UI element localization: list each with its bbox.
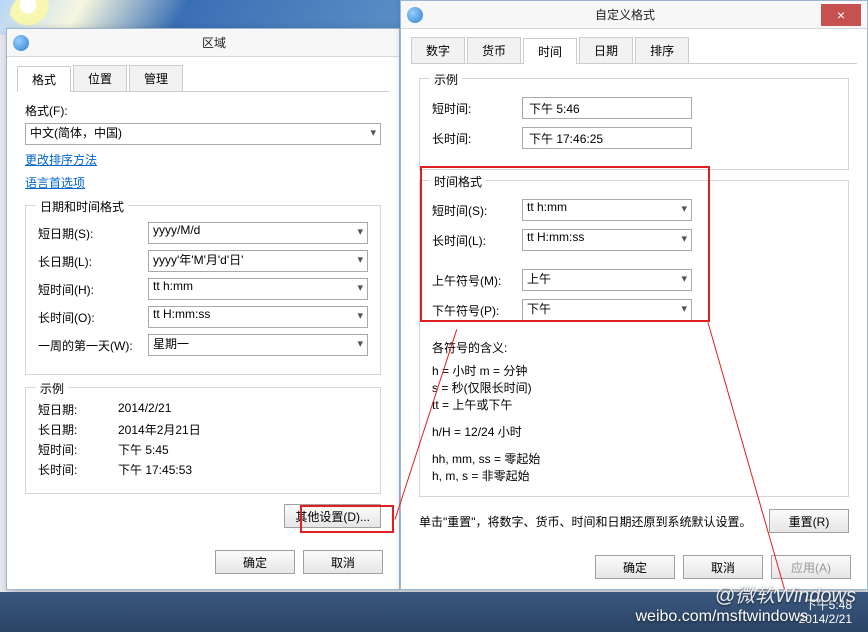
custom-titlebar: 自定义格式 × xyxy=(401,1,867,29)
ex-short-date: 2014/2/21 xyxy=(118,401,171,418)
globe-icon xyxy=(13,35,29,51)
tab-currency[interactable]: 货币 xyxy=(467,37,521,63)
custom-title: 自定义格式 xyxy=(429,6,821,23)
tray-date: 2014/2/21 xyxy=(799,612,852,626)
region-titlebar: 区域 xyxy=(7,29,399,57)
first-day-select[interactable]: 星期一 xyxy=(148,334,368,356)
custom-tabs: 数字 货币 时间 日期 排序 xyxy=(411,37,857,64)
tab-time[interactable]: 时间 xyxy=(523,38,577,64)
ex-short-time-value: 下午 5:46 xyxy=(522,97,692,119)
short-time-format-select[interactable]: tt h:mm xyxy=(522,199,692,221)
reset-hint: 单击"重置"，将数字、货币、时间和日期还原到系统默认设置。 xyxy=(419,513,757,530)
custom-format-dialog: 自定义格式 × 数字 货币 时间 日期 排序 示例 短时间:下午 5:46 长时… xyxy=(400,0,868,590)
legend: 各符号的含义: h = 小时 m = 分钟 s = 秒(仅限长时间) tt = … xyxy=(432,339,836,484)
pm-symbol-select[interactable]: 下午 xyxy=(522,299,692,321)
tab-date[interactable]: 日期 xyxy=(579,37,633,63)
ex-long-date: 2014年2月21日 xyxy=(118,421,201,438)
format-select[interactable]: 中文(简体，中国) xyxy=(25,123,381,145)
region-title: 区域 xyxy=(35,34,393,51)
datetime-format-group: 日期和时间格式 短日期(S):yyyy/M/d 长日期(L):yyyy'年'M'… xyxy=(25,205,381,375)
globe-icon xyxy=(407,7,423,23)
tab-sort[interactable]: 排序 xyxy=(635,37,689,63)
tab-admin[interactable]: 管理 xyxy=(129,65,183,91)
link-language-pref[interactable]: 语言首选项 xyxy=(25,174,381,191)
ex-long-time: 下午 17:45:53 xyxy=(118,461,192,478)
reset-button[interactable]: 重置(R) xyxy=(769,509,849,533)
custom-apply-button[interactable]: 应用(A) xyxy=(771,555,851,579)
am-symbol-select[interactable]: 上午 xyxy=(522,269,692,291)
link-sort-method[interactable]: 更改排序方法 xyxy=(25,151,381,168)
tab-format[interactable]: 格式 xyxy=(17,66,71,92)
ex-short-time: 下午 5:45 xyxy=(118,441,169,458)
ex-long-time-value: 下午 17:46:25 xyxy=(522,127,692,149)
region-ok-button[interactable]: 确定 xyxy=(215,550,295,574)
system-tray[interactable]: 下午5:48 2014/2/21 xyxy=(799,598,852,626)
custom-example-group: 示例 短时间:下午 5:46 长时间:下午 17:46:25 xyxy=(419,78,849,170)
tab-location[interactable]: 位置 xyxy=(73,65,127,91)
long-date-select[interactable]: yyyy'年'M'月'd'日' xyxy=(148,250,368,272)
short-time-select[interactable]: tt h:mm xyxy=(148,278,368,300)
region-tabs: 格式 位置 管理 xyxy=(17,65,389,92)
example-group: 示例 短日期:2014/2/21 长日期:2014年2月21日 短时间:下午 5… xyxy=(25,387,381,494)
long-time-format-select[interactable]: tt H:mm:ss xyxy=(522,229,692,251)
format-label: 格式(F): xyxy=(25,102,381,119)
custom-cancel-button[interactable]: 取消 xyxy=(683,555,763,579)
long-time-select[interactable]: tt H:mm:ss xyxy=(148,306,368,328)
custom-ok-button[interactable]: 确定 xyxy=(595,555,675,579)
region-cancel-button[interactable]: 取消 xyxy=(303,550,383,574)
close-button[interactable]: × xyxy=(821,4,861,26)
tray-time: 下午5:48 xyxy=(799,598,852,612)
other-settings-button[interactable]: 其他设置(D)... xyxy=(284,504,381,528)
region-dialog: 区域 格式 位置 管理 格式(F): 中文(简体，中国) 更改排序方法 语言首选… xyxy=(6,28,400,590)
time-format-group: 时间格式 短时间(S):tt h:mm 长时间(L):tt H:mm:ss 上午… xyxy=(419,180,849,497)
short-date-select[interactable]: yyyy/M/d xyxy=(148,222,368,244)
tab-number[interactable]: 数字 xyxy=(411,37,465,63)
taskbar: 下午5:48 2014/2/21 xyxy=(0,592,868,632)
